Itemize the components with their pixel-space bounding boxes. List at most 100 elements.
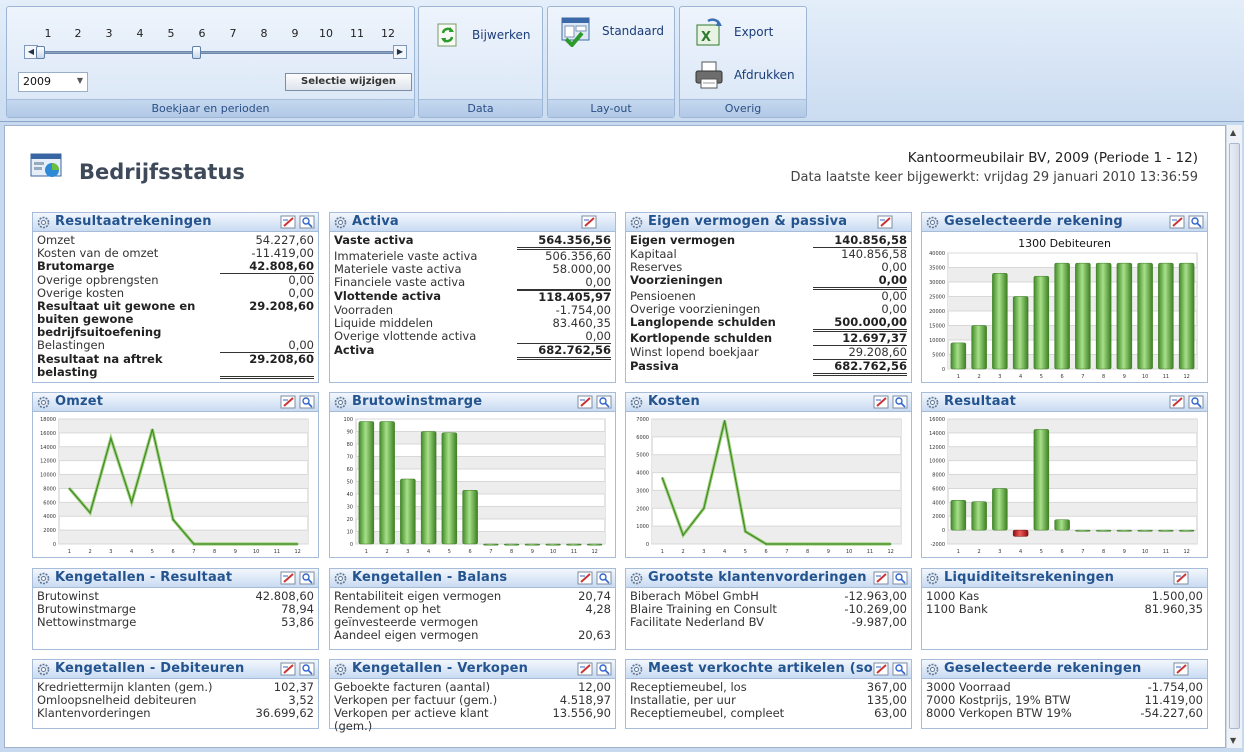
table-row[interactable]: Belastingen 0,00 xyxy=(37,339,314,353)
selectie-wijzigen-button[interactable]: Selectie wijzigen xyxy=(285,73,412,91)
edit-icon[interactable] xyxy=(1169,395,1185,409)
table-row[interactable]: Winst lopend boekjaar 29.208,60 xyxy=(630,346,907,360)
zoom-icon[interactable] xyxy=(299,571,315,585)
gear-icon[interactable] xyxy=(926,396,939,409)
year-select[interactable]: 2009 ▼ xyxy=(18,72,88,92)
edit-icon[interactable] xyxy=(1173,662,1189,676)
table-row[interactable]: Nettowinstmarge 53,86 xyxy=(37,616,314,629)
table-row[interactable]: Aandeel eigen vermogen 20,63 xyxy=(334,629,611,642)
edit-icon[interactable] xyxy=(577,662,593,676)
gear-icon[interactable] xyxy=(630,572,643,585)
gear-icon[interactable] xyxy=(926,663,939,676)
export-button[interactable]: X Export xyxy=(694,17,773,47)
table-row[interactable]: Facilitate Nederland BV -9.987,00 xyxy=(630,616,907,629)
scroll-up-arrow[interactable]: ▲ xyxy=(1230,128,1236,137)
panel-header: Liquiditeitsrekeningen xyxy=(922,569,1207,588)
panel-title: Kosten xyxy=(648,394,701,409)
gear-icon[interactable] xyxy=(37,216,50,229)
gear-icon[interactable] xyxy=(334,572,347,585)
table-row[interactable]: Brutomarge 42.808,60 xyxy=(37,260,314,274)
zoom-icon[interactable] xyxy=(299,395,315,409)
gear-icon[interactable] xyxy=(926,216,939,229)
table-row[interactable]: Receptiemeubel, compleet 63,00 xyxy=(630,707,907,720)
panel-header: Kosten xyxy=(626,393,911,412)
table-row[interactable]: Resultaat na aftrek belasting 29.208,60 xyxy=(37,353,314,379)
table-row[interactable]: Voorzieningen 0,00 xyxy=(630,274,907,290)
gear-icon[interactable] xyxy=(334,663,347,676)
table-row[interactable]: Eigen vermogen 140.856,58 xyxy=(630,234,907,248)
table-row[interactable]: Financiele vaste activa 0,00 xyxy=(334,276,611,290)
table-row[interactable]: Resultaat uit gewone en buiten gewone be… xyxy=(37,300,314,339)
x-tick-label: 7 xyxy=(1081,374,1084,380)
x-tick-label: 12 xyxy=(887,549,893,555)
table-row[interactable]: Activa 682.762,56 xyxy=(334,344,611,360)
vertical-scrollbar[interactable]: ▲ ▼ xyxy=(1226,125,1242,748)
bar xyxy=(503,543,520,546)
edit-icon[interactable] xyxy=(877,215,893,229)
table-row[interactable]: Rendement op het geïnvesteerde vermogen 4… xyxy=(334,603,611,629)
edit-icon[interactable] xyxy=(577,395,593,409)
slider-end-thumb[interactable] xyxy=(192,46,201,59)
edit-icon[interactable] xyxy=(280,215,296,229)
slider-start-thumb[interactable] xyxy=(36,46,45,59)
period-slider[interactable] xyxy=(41,51,393,54)
data-point xyxy=(682,534,684,536)
data-point xyxy=(89,511,91,514)
zoom-icon[interactable] xyxy=(892,395,908,409)
gear-icon[interactable] xyxy=(37,663,50,676)
table-row[interactable]: Klantenvorderingen 36.699,62 xyxy=(37,707,314,720)
zoom-icon[interactable] xyxy=(299,215,315,229)
edit-icon[interactable] xyxy=(1169,215,1185,229)
zoom-icon[interactable] xyxy=(892,571,908,585)
x-tick-label: 12 xyxy=(591,549,597,555)
edit-icon[interactable] xyxy=(280,571,296,585)
zoom-icon[interactable] xyxy=(596,571,612,585)
table-row[interactable]: Verkopen per actieve klant (gem.) 13.556,… xyxy=(334,707,611,733)
edit-icon[interactable] xyxy=(873,395,889,409)
edit-icon[interactable] xyxy=(577,571,593,585)
y-tick-label: 2000 xyxy=(636,506,649,512)
bijwerken-button[interactable]: Bijwerken xyxy=(434,21,531,49)
edit-icon[interactable] xyxy=(1173,571,1189,585)
edit-icon[interactable] xyxy=(873,662,889,676)
zoom-icon[interactable] xyxy=(1188,215,1204,229)
table-row[interactable]: 1100 Bank 81.960,35 xyxy=(926,603,1203,616)
gear-icon[interactable] xyxy=(37,396,50,409)
zoom-icon[interactable] xyxy=(299,662,315,676)
y-tick-label: 14000 xyxy=(929,431,945,437)
gear-icon[interactable] xyxy=(630,663,643,676)
gear-icon[interactable] xyxy=(37,572,50,585)
edit-icon[interactable] xyxy=(280,395,296,409)
standaard-button[interactable]: Standaard xyxy=(560,15,664,47)
edit-icon[interactable] xyxy=(581,215,597,229)
zoom-icon[interactable] xyxy=(596,395,612,409)
gear-icon[interactable] xyxy=(334,216,347,229)
table-row[interactable]: Kortlopende schulden 12.697,37 xyxy=(630,332,907,346)
gear-icon[interactable] xyxy=(630,396,643,409)
gear-icon[interactable] xyxy=(926,572,939,585)
zoom-icon[interactable] xyxy=(596,662,612,676)
table-row[interactable]: 8000 Verkopen BTW 19% -54.227,60 xyxy=(926,707,1203,720)
table-row[interactable]: Vlottende activa 118.405,97 xyxy=(334,290,611,304)
svg-text:X: X xyxy=(701,30,711,45)
scroll-down-arrow[interactable]: ▼ xyxy=(1230,736,1236,745)
group-label-overig: Overig xyxy=(680,99,806,117)
row-label: Verkopen per actieve klant (gem.) xyxy=(334,706,489,733)
panel-title: Geselecteerde rekening xyxy=(944,214,1123,229)
x-tick-label: 4 xyxy=(130,549,133,555)
scrollbar-thumb[interactable] xyxy=(1229,143,1240,729)
zoom-icon[interactable] xyxy=(892,662,908,676)
table-row[interactable]: Vaste activa 564.356,56 xyxy=(334,234,611,250)
edit-icon[interactable] xyxy=(873,571,889,585)
table-row[interactable]: Passiva 682.762,56 xyxy=(630,360,907,376)
slider-right-arrow[interactable]: ▶ xyxy=(393,45,407,59)
table-row[interactable]: Overige vlottende activa 0,00 xyxy=(334,330,611,344)
x-tick-label: 3 xyxy=(998,549,1001,555)
gear-icon[interactable] xyxy=(334,396,347,409)
edit-icon[interactable] xyxy=(280,662,296,676)
table-row[interactable]: Langlopende schulden 500.000,00 xyxy=(630,316,907,332)
zoom-icon[interactable] xyxy=(1188,395,1204,409)
x-tick-label: 8 xyxy=(1102,549,1105,555)
afdrukken-button[interactable]: Afdrukken xyxy=(694,60,795,90)
gear-icon[interactable] xyxy=(630,216,643,229)
